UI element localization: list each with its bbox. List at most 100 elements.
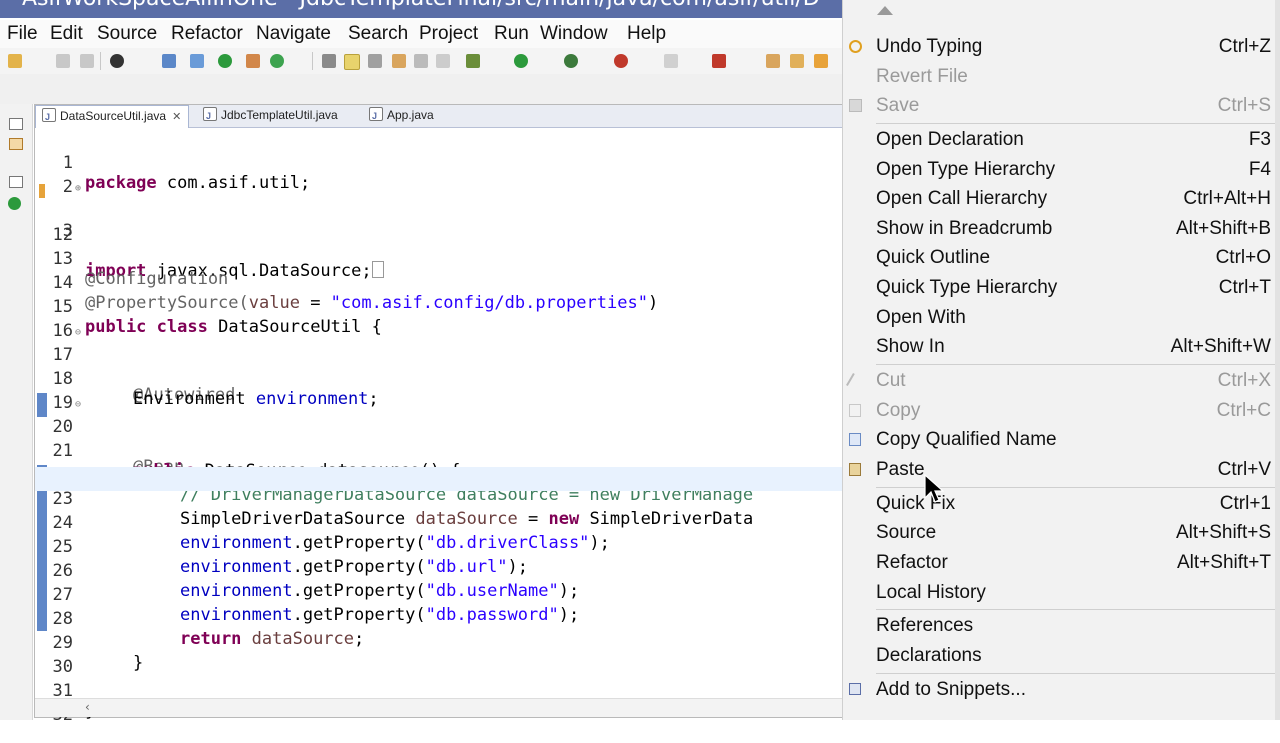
menu-item-copy[interactable]: Copy Ctrl+C xyxy=(843,398,1280,426)
run-icon[interactable] xyxy=(514,54,528,68)
menu-item-show-in[interactable]: Show In Alt+Shift+W xyxy=(843,334,1280,362)
menu-item-add-to-snippets[interactable]: Add to Snippets... xyxy=(843,677,1280,705)
package-icon[interactable] xyxy=(246,54,260,68)
fold-collapse-icon[interactable]: ⊖ xyxy=(75,323,81,343)
open-type-icon[interactable] xyxy=(322,54,336,68)
code-line: 17 ⊖ @Autowired xyxy=(35,323,843,405)
ant-icon[interactable] xyxy=(712,54,726,68)
menu-item-source[interactable]: Source Alt+Shift+S xyxy=(843,520,1280,548)
code-line: 14 @PropertySource(value = "com.asif.con… xyxy=(35,251,843,313)
folder-icon[interactable] xyxy=(790,54,804,68)
stop-icon[interactable] xyxy=(664,54,678,68)
fold-collapse-icon[interactable]: ⊖ xyxy=(75,395,81,415)
menu-item-open-declaration[interactable]: Open Declaration F3 xyxy=(843,127,1280,155)
paste-icon xyxy=(849,463,861,476)
external-tools-icon[interactable] xyxy=(614,54,628,68)
warning-icon[interactable] xyxy=(39,184,45,198)
code-editor: DataSourceUtil.java ✕ JdbcTemplateUtil.ja… xyxy=(34,104,844,725)
menu-item-label: Quick Outline xyxy=(876,247,991,268)
menu-item-local-history[interactable]: Local History xyxy=(843,580,1280,608)
menu-item-references[interactable]: References xyxy=(843,613,1280,641)
menu-item-quick-outline[interactable]: Quick Outline Ctrl+O xyxy=(843,245,1280,273)
task-icon[interactable] xyxy=(392,54,406,68)
scroll-up-icon[interactable] xyxy=(877,6,893,15)
restore-icon[interactable] xyxy=(9,118,23,130)
menu-help[interactable]: Help xyxy=(627,23,666,45)
menu-item-label: Show In xyxy=(876,336,945,357)
menu-navigate[interactable]: Navigate xyxy=(256,23,331,45)
menu-search[interactable]: Search xyxy=(348,23,408,45)
menu-item-declarations[interactable]: Declarations xyxy=(843,643,1280,671)
fold-expand-icon[interactable]: ⊕ xyxy=(75,179,81,199)
package-explorer-icon[interactable] xyxy=(9,138,23,150)
pencil-icon[interactable] xyxy=(814,54,828,68)
debug-icon[interactable] xyxy=(110,54,124,68)
code-line: 27 environment.getProperty("db.password"… xyxy=(35,563,843,625)
menu-item-open-type-hierarchy[interactable]: Open Type Hierarchy F4 xyxy=(843,157,1280,185)
context-menu: Undo Typing Ctrl+Z Revert File Save Ctrl… xyxy=(842,0,1280,720)
block-selection-icon[interactable] xyxy=(414,54,428,68)
current-code-line: 23 SimpleDriverDataSource dataSource = n… xyxy=(35,467,843,529)
main-toolbar xyxy=(0,48,842,74)
save-icon[interactable] xyxy=(56,54,70,68)
menu-item-label: Copy xyxy=(876,400,921,421)
menu-separator xyxy=(876,123,1277,124)
menu-source[interactable]: Source xyxy=(97,23,157,45)
save-all-icon[interactable] xyxy=(80,54,94,68)
tab-datasourceutil[interactable]: DataSourceUtil.java ✕ xyxy=(35,105,189,128)
menu-item-save[interactable]: Save Ctrl+S xyxy=(843,93,1280,121)
skip-breakpoints-icon[interactable] xyxy=(190,54,204,68)
menu-item-cut[interactable]: Cut Ctrl+X xyxy=(843,368,1280,396)
code-line: 29 } xyxy=(35,611,843,673)
menu-item-copy-qualified-name[interactable]: Copy Qualified Name xyxy=(843,427,1280,455)
menu-refactor[interactable]: Refactor xyxy=(171,23,243,45)
restore-icon[interactable] xyxy=(9,176,23,188)
menu-run[interactable]: Run xyxy=(494,23,529,45)
menu-window[interactable]: Window xyxy=(540,23,608,45)
tab-label: JdbcTemplateUtil.java xyxy=(221,108,338,122)
tab-app[interactable]: App.java xyxy=(363,105,483,127)
code-line: 19 xyxy=(35,371,843,413)
menu-item-label: References xyxy=(876,615,974,636)
save-icon xyxy=(849,99,862,112)
menu-item-quick-type-hierarchy[interactable]: Quick Type Hierarchy Ctrl+T xyxy=(843,275,1280,303)
menu-project[interactable]: Project xyxy=(419,23,478,45)
scroll-left-icon[interactable]: ‹ xyxy=(85,700,90,714)
menu-item-open-with[interactable]: Open With xyxy=(843,305,1280,333)
editor-tabs: DataSourceUtil.java ✕ JdbcTemplateUtil.ja… xyxy=(35,105,843,128)
menu-item-revert-file[interactable]: Revert File xyxy=(843,64,1280,92)
menu-edit[interactable]: Edit xyxy=(50,23,83,45)
menu-item-refactor[interactable]: Refactor Alt+Shift+T xyxy=(843,550,1280,578)
terminal-icon[interactable] xyxy=(162,54,176,68)
menu-item-label: Local History xyxy=(876,582,986,603)
coverage-icon[interactable] xyxy=(564,54,578,68)
whitespace-icon[interactable] xyxy=(436,54,450,68)
java-file-icon xyxy=(203,106,217,126)
mark-occurrences-icon[interactable] xyxy=(344,54,360,70)
menu-item-shortcut: F4 xyxy=(1248,159,1271,180)
code-line: 21 public DataSource datasource() { xyxy=(35,419,843,481)
menu-separator xyxy=(876,673,1277,674)
close-icon[interactable]: ✕ xyxy=(172,111,181,123)
refresh-icon[interactable] xyxy=(270,54,284,68)
menu-item-shortcut: Ctrl+1 xyxy=(1219,493,1271,514)
code-line: 18 Environment environment; xyxy=(35,347,843,409)
code-line: 25 environment.getProperty("db.url"); xyxy=(35,515,843,577)
menu-file[interactable]: File xyxy=(7,23,38,45)
horizontal-scrollbar[interactable]: ‹ xyxy=(35,698,843,717)
menu-item-undo-typing[interactable]: Undo Typing Ctrl+Z xyxy=(843,34,1280,62)
menu-item-open-call-hierarchy[interactable]: Open Call Hierarchy Ctrl+Alt+H xyxy=(843,186,1280,214)
menu-item-quick-fix[interactable]: Quick Fix Ctrl+1 xyxy=(843,491,1280,519)
server-start-icon[interactable] xyxy=(218,54,232,68)
tab-jdbctemplateutil[interactable]: JdbcTemplateUtil.java xyxy=(197,105,357,127)
next-annotation-icon[interactable] xyxy=(368,54,382,68)
menu-separator xyxy=(876,364,1277,365)
new-icon[interactable] xyxy=(8,54,22,68)
servers-icon[interactable] xyxy=(8,197,21,210)
code-line: 24 environment.getProperty("db.driverCla… xyxy=(35,491,843,553)
menu-item-show-in-breadcrumb[interactable]: Show in Breadcrumb Alt+Shift+B xyxy=(843,216,1280,244)
code-area[interactable]: 1 package com.asif.util; 2 3 ⊕ import ja… xyxy=(35,131,843,725)
menu-item-paste[interactable]: Paste Ctrl+V xyxy=(843,457,1280,485)
bug-icon[interactable] xyxy=(466,54,480,68)
open-folder-icon[interactable] xyxy=(766,54,780,68)
